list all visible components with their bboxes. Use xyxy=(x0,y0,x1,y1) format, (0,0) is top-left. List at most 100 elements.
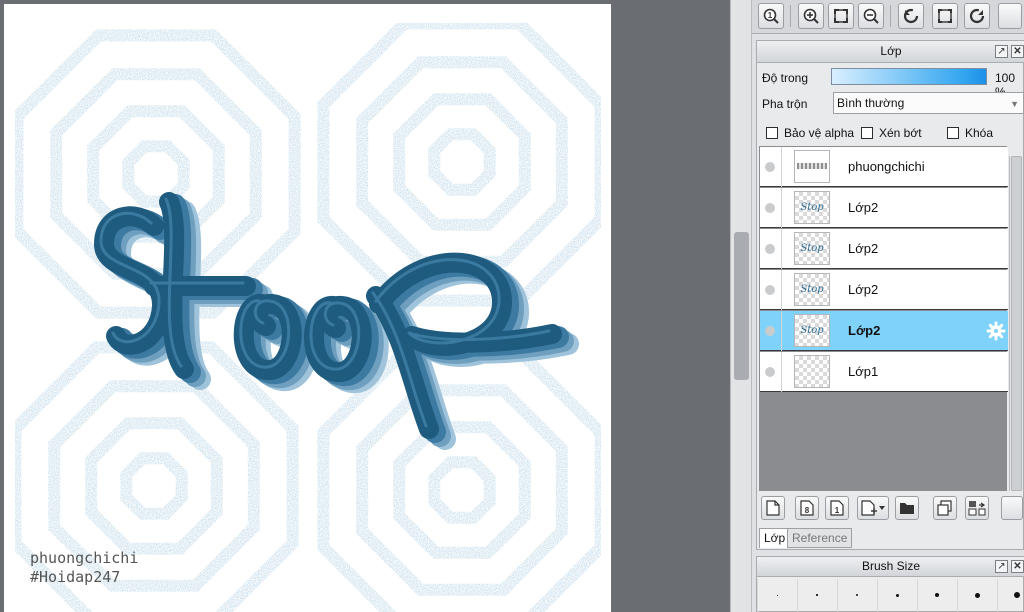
layer-thumbnail xyxy=(794,150,830,183)
brush-size-preset[interactable] xyxy=(935,593,939,597)
brush-size-preset[interactable] xyxy=(856,594,858,596)
canvas-vertical-scrollbar[interactable] xyxy=(730,0,752,612)
layer-row[interactable]: phuongchichi xyxy=(760,147,1008,187)
layer-panel: Lớp ↗ ✕ Độ trong 100 % Pha trộn Bình thư… xyxy=(756,40,1024,550)
blend-mode-select[interactable]: Bình thường ▼ xyxy=(833,92,1024,114)
layer-toolbar: 8 1 xyxy=(757,493,1024,523)
layer-thumbnail xyxy=(794,355,830,388)
close-icon[interactable]: ✕ xyxy=(1011,560,1024,573)
layer-panel-title: Lớp xyxy=(880,44,902,58)
watermark: phuongchichi #Hoidap247 xyxy=(30,549,138,587)
layer-thumbnail: Stop xyxy=(794,191,830,224)
opacity-slider[interactable] xyxy=(831,68,987,85)
brush-size-preset[interactable] xyxy=(816,594,818,596)
visibility-icon[interactable] xyxy=(765,162,775,172)
visibility-icon[interactable] xyxy=(765,326,775,336)
octagon-ring xyxy=(122,140,190,208)
canvas-area[interactable]: phuongchichi #Hoidap247 xyxy=(0,0,730,612)
fit-screen-icon[interactable] xyxy=(828,3,854,29)
checkbox-label: Bảo vệ alpha xyxy=(784,126,855,140)
tab-reference[interactable]: Reference xyxy=(787,528,853,548)
nav-extra-button[interactable] xyxy=(998,3,1022,29)
artboard[interactable]: phuongchichi #Hoidap247 xyxy=(4,4,611,612)
duplicate-layer-icon[interactable] xyxy=(933,496,957,520)
octagon-ring xyxy=(428,456,496,524)
brush-preset-divider xyxy=(837,579,838,612)
zoom-fit-icon[interactable]: 1 xyxy=(758,3,784,29)
svg-text:1: 1 xyxy=(768,11,773,20)
octagon-ring xyxy=(428,128,496,196)
brush-size-preset[interactable] xyxy=(974,592,980,598)
layer-more-button[interactable] xyxy=(1001,496,1023,520)
visibility-icon[interactable] xyxy=(765,285,775,295)
popout-icon[interactable]: ↗ xyxy=(995,560,1008,573)
layer-name: Lớp2 xyxy=(848,282,879,297)
visibility-icon[interactable] xyxy=(765,367,775,377)
layer-list-scrollbar[interactable] xyxy=(1009,156,1023,491)
visibility-icon[interactable] xyxy=(765,244,775,254)
checkbox-box[interactable] xyxy=(766,127,778,139)
zoom-in-icon[interactable] xyxy=(798,3,824,29)
folder-icon[interactable] xyxy=(895,496,919,520)
watermark-line1: phuongchichi xyxy=(30,549,139,567)
new-1bit-layer-icon[interactable]: 1 xyxy=(825,496,849,520)
layer-row[interactable]: Lớp1 xyxy=(760,352,1008,392)
layer-row[interactable]: Stop Lớp2 xyxy=(760,188,1008,228)
tab-layers[interactable]: Lớp xyxy=(759,528,791,548)
watermark-line2: #Hoidap247 xyxy=(30,568,121,586)
checkbox-protect-alpha[interactable]: Bảo vệ alpha xyxy=(766,126,854,140)
octagon-ring xyxy=(85,417,223,555)
layer-list-scroll-thumb[interactable] xyxy=(1011,156,1022,491)
add-layer-menu-icon[interactable] xyxy=(857,496,889,520)
popout-icon[interactable]: ↗ xyxy=(995,45,1008,58)
brush-size-preset[interactable] xyxy=(776,594,778,596)
blend-label: Pha trộn xyxy=(762,97,808,111)
layer-row-selected[interactable]: Stop Lớp2 xyxy=(760,311,1008,351)
brush-size-title: Brush Size xyxy=(861,559,921,573)
brush-preset-divider xyxy=(877,579,878,612)
close-icon[interactable]: ✕ xyxy=(1011,45,1024,58)
brush-preset-divider xyxy=(957,579,958,612)
blend-mode-value: Bình thường xyxy=(837,96,905,110)
panel-tabs: Lớp Reference xyxy=(757,526,1024,550)
checkbox-box[interactable] xyxy=(861,127,873,139)
brush-preset-divider xyxy=(797,579,798,612)
brush-preset-divider xyxy=(917,579,918,612)
merge-down-icon[interactable] xyxy=(965,496,989,520)
opacity-label: Độ trong xyxy=(762,71,809,85)
gear-icon[interactable] xyxy=(986,321,1006,341)
artwork xyxy=(9,17,607,612)
layer-name: Lớp2 xyxy=(848,200,879,215)
actual-size-icon[interactable] xyxy=(932,3,958,29)
visibility-icon[interactable] xyxy=(765,203,775,213)
checkbox-lock[interactable]: Khóa xyxy=(947,126,993,140)
layer-name: Lớp2 xyxy=(848,323,881,338)
layer-thumbnail: Stop xyxy=(794,314,830,347)
layer-list: phuongchichi Stop Lớp2 Stop Lớp2 Stop Lớ… xyxy=(759,146,1008,491)
zoom-out-icon[interactable] xyxy=(858,3,884,29)
octagon-ring xyxy=(50,68,262,280)
brush-size-preset[interactable] xyxy=(1014,592,1020,598)
octagon-ring xyxy=(356,56,568,268)
rotate-left-icon[interactable] xyxy=(898,3,924,29)
brush-size-panel: Brush Size ↗ ✕ xyxy=(756,556,1024,612)
navigator-toolbar: 1 xyxy=(752,0,1024,34)
rotate-right-icon[interactable] xyxy=(964,3,990,29)
checkbox-label: Xén bớt xyxy=(879,126,922,140)
svg-text:8: 8 xyxy=(805,506,810,515)
new-layer-icon[interactable] xyxy=(761,496,785,520)
canvas-scroll-thumb[interactable] xyxy=(734,232,749,380)
layer-row[interactable]: Stop Lớp2 xyxy=(760,229,1008,269)
octagon-ring xyxy=(393,93,531,231)
checkbox-clipping[interactable]: Xén bớt xyxy=(861,126,922,140)
checkbox-box[interactable] xyxy=(947,127,959,139)
layer-name: Lớp1 xyxy=(848,364,879,379)
chevron-down-icon: ▼ xyxy=(1010,99,1019,109)
brush-size-preset[interactable] xyxy=(895,593,899,597)
octagon-ring xyxy=(356,384,568,596)
layer-row[interactable]: Stop Lớp2 xyxy=(760,270,1008,310)
checkbox-label: Khóa xyxy=(965,126,994,140)
new-8bit-layer-icon[interactable]: 8 xyxy=(795,496,819,520)
right-panel: 1 Lớp ↗ ✕ Độ trong 100 % xyxy=(752,0,1024,612)
layer-panel-titlebar: Lớp ↗ ✕ xyxy=(757,41,1024,63)
